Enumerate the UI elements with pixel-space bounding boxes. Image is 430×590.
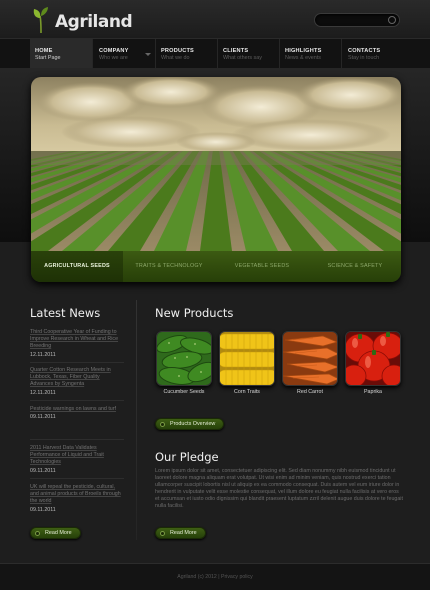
nav-divider [92,39,93,69]
hero-slider[interactable]: AGRICULTURAL SEEDS TRAITS & TECHNOLOGY V… [31,77,401,282]
nav-item-subtitle: What we do [161,55,190,61]
news-link[interactable]: Third Cooperative Year of Funding to Imp… [30,329,124,351]
cucumber-image[interactable] [156,331,212,386]
nav-item-title: HIGHLIGHTS [285,48,322,54]
field-image [31,77,401,251]
footer-text: Agriland (c) 2012 | Privacy policy [177,574,253,580]
nav-item-title: PRODUCTS [161,48,194,54]
product-card-cucumber[interactable]: Cucumber Seeds [156,331,212,402]
nav-item-contacts[interactable]: CONTACTS Stay in touch [343,39,405,69]
nav-item-title: HOME [35,48,53,54]
arrow-icon [160,421,165,427]
horizon-haze [31,151,401,165]
news-date: 09.11.2011 [30,467,56,474]
news-date: 09.11.2011 [30,414,56,421]
news-date: 09.11.2011 [30,506,56,513]
search-icon[interactable] [388,16,396,24]
nav-item-products[interactable]: PRODUCTS What we do [156,39,218,69]
arrow-icon [160,530,165,536]
news-item[interactable]: Third Cooperative Year of Funding to Imp… [30,329,124,358]
slider-tab-vegetable-seeds[interactable]: VEGETABLE SEEDS [216,251,308,282]
news-item[interactable]: UK will repeal the pesticide, cultural, … [30,484,124,513]
divider [30,439,124,440]
news-link[interactable]: Quarter Cotton Research Meets in Lubbock… [30,367,124,389]
product-card-corn[interactable]: Corn Traits [219,331,275,402]
news-read-more-button[interactable]: Read More [30,527,81,539]
product-name: Corn Traits [234,389,260,395]
news-item[interactable]: Pesticide warnings on lawns and turf 09.… [30,406,124,420]
news-link[interactable]: 2011 Harvest Data Validates Performance … [30,445,124,467]
products-title: New Products [155,306,234,320]
news-date: 12.11.2011 [30,351,56,358]
brand-name: Agriland [55,12,133,32]
paprika-image[interactable] [345,331,401,386]
product-name: Paprika [364,389,382,395]
nav-item-subtitle: News & events [285,55,321,61]
carrot-image[interactable] [282,331,338,386]
button-label: Products Overview [170,421,216,427]
slider-tabs: AGRICULTURAL SEEDS TRAITS & TECHNOLOGY V… [31,251,401,282]
slider-tab-traits-technology[interactable]: TRAITS & TECHNOLOGY [123,251,215,282]
button-label: Read More [170,530,197,536]
nav-item-home[interactable]: HOME Start Page [30,39,92,69]
site-header: Agriland [0,0,430,38]
news-item[interactable]: Quarter Cotton Research Meets in Lubbock… [30,367,124,396]
main-nav: HOME Start Page COMPANY Who we are PRODU… [0,38,430,69]
search-input[interactable] [315,18,385,31]
site-logo[interactable]: Agriland [33,6,133,34]
divider [30,400,124,401]
nav-item-highlights[interactable]: HIGHLIGHTS News & events [280,39,342,69]
products-overview-button[interactable]: Products Overview [155,418,225,430]
news-item[interactable]: 2011 Harvest Data Validates Performance … [30,445,124,474]
slider-tab-agricultural-seeds[interactable]: AGRICULTURAL SEEDS [31,251,123,282]
divider [30,478,124,479]
nav-item-subtitle: Stay in touch [348,55,380,61]
pledge-text: Lorem ipsum dolor sit amet, consectetuer… [155,468,403,509]
news-title: Latest News [30,306,101,320]
site-footer: Agriland (c) 2012 | Privacy policy [0,563,430,590]
nav-item-subtitle: Start Page [35,55,61,61]
sprout-icon [33,7,48,34]
news-link[interactable]: Pesticide warnings on lawns and turf [30,406,124,413]
corn-image[interactable] [219,331,275,386]
chevron-down-icon[interactable] [145,53,151,56]
column-divider [136,300,137,540]
arrow-icon [35,530,40,536]
nav-item-clients[interactable]: CLIENTS What others say [218,39,280,69]
nav-divider [341,39,342,69]
product-name: Red Carrot [297,389,323,395]
divider [30,362,124,363]
nav-item-title: CLIENTS [223,48,249,54]
button-label: Read More [45,530,72,536]
nav-item-subtitle: What others say [223,55,262,61]
nav-item-title: CONTACTS [348,48,381,54]
product-card-paprika[interactable]: Paprika [345,331,401,402]
news-link[interactable]: UK will repeal the pesticide, cultural, … [30,484,124,506]
search-box[interactable] [314,13,400,31]
product-card-carrot[interactable]: Red Carrot [282,331,338,402]
news-date: 12.11.2011 [30,389,56,396]
pledge-read-more-button[interactable]: Read More [155,527,206,539]
pledge-title: Our Pledge [155,450,219,464]
slider-tab-science-safety[interactable]: SCIENCE & SAFETY [309,251,401,282]
product-name: Cucumber Seeds [163,389,205,395]
